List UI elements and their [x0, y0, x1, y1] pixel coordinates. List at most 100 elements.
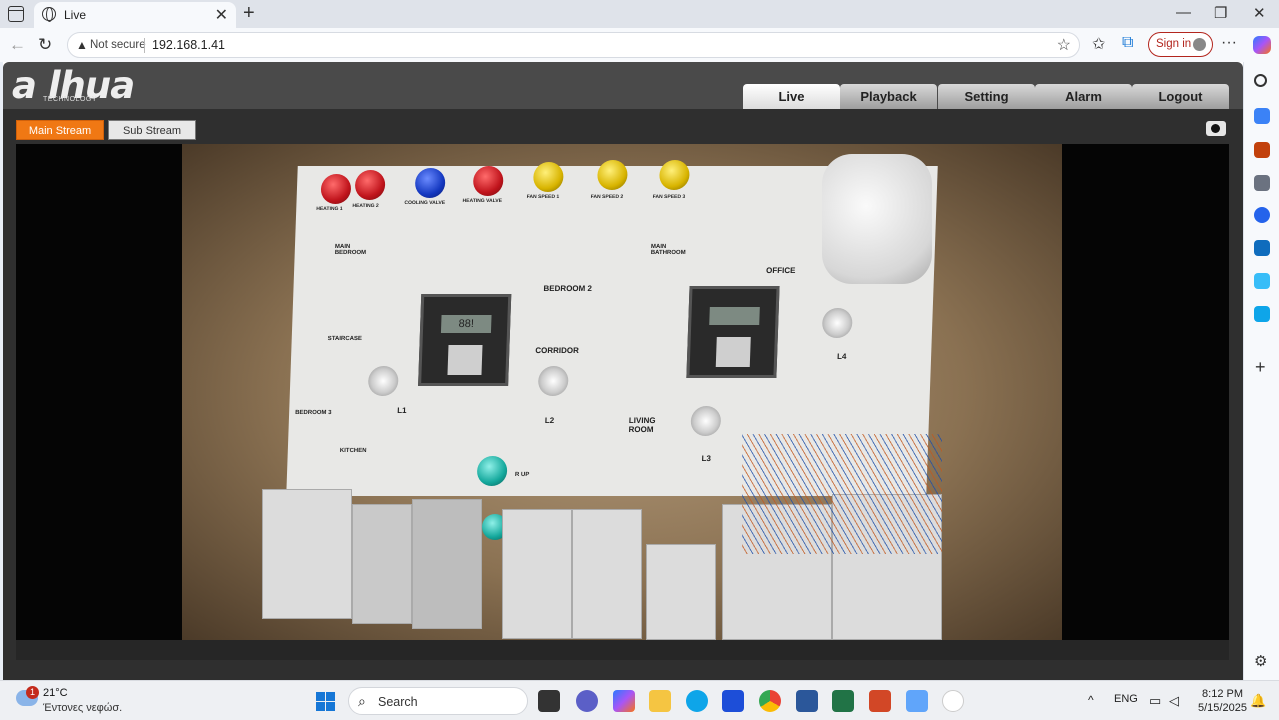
live-view-panel: Main Stream Sub Stream HEATING 1 HEATING… — [3, 109, 1243, 680]
url-text[interactable]: 192.168.1.41 — [152, 38, 225, 52]
tab-title: Live — [64, 8, 87, 22]
divider — [144, 38, 145, 53]
video-status-strip — [16, 640, 1229, 660]
add-icon[interactable]: + — [1255, 357, 1266, 378]
nav-playback[interactable]: Playback — [840, 84, 937, 109]
minimize-button[interactable]: — — [1176, 4, 1191, 21]
games-icon[interactable] — [1254, 175, 1270, 191]
language-indicator[interactable]: ENG — [1114, 693, 1138, 705]
nav-live[interactable]: Live — [743, 84, 840, 109]
warning-icon[interactable]: ▲ — [76, 38, 88, 52]
room-label: LIVING ROOM — [628, 416, 656, 434]
settings-gear-icon[interactable]: ⚙ — [1254, 652, 1267, 670]
switch-button — [715, 337, 751, 367]
weather-badge: 1 — [26, 686, 39, 699]
camera-feed-image: HEATING 1 HEATING 2 COOLING VALVE HEATIN… — [182, 144, 1062, 640]
back-icon[interactable]: ← — [9, 35, 26, 55]
light-bulb-l2 — [537, 366, 569, 396]
weather-description[interactable]: Έντονες νεφώσ. — [43, 702, 122, 714]
browser-tab-strip: Live ✕ + — ❐ ✕ — [0, 0, 1279, 28]
search-label: Search — [378, 695, 418, 709]
file-explorer-icon[interactable] — [649, 690, 671, 712]
shopping-icon[interactable] — [1254, 108, 1270, 124]
light-bulb-l4 — [821, 308, 853, 338]
tools-icon[interactable] — [1254, 142, 1270, 158]
snapshot-icon[interactable] — [1206, 121, 1226, 136]
powerpoint-icon[interactable] — [869, 690, 891, 712]
address-bar[interactable]: ▲ Not secure 192.168.1.41 ☆ — [67, 32, 1080, 58]
copilot-icon[interactable] — [1253, 36, 1271, 54]
volume-icon[interactable]: ◁ — [1169, 693, 1179, 709]
more-menu-icon[interactable]: ··· — [1221, 34, 1237, 52]
knx-switch-panel — [686, 286, 780, 378]
logo-subtitle: TECHNOLOGY — [43, 96, 98, 103]
light-label: L2 — [544, 416, 555, 425]
favorites-icon[interactable]: ✩ — [1092, 34, 1105, 54]
restore-button[interactable]: ❐ — [1214, 4, 1227, 22]
telegram-icon[interactable] — [1254, 306, 1270, 322]
edge-sidebar: + ⚙ — [1243, 62, 1279, 680]
favorite-star-icon[interactable]: ☆ — [1057, 35, 1071, 55]
taskbar-search[interactable]: ⌕ Search — [348, 687, 528, 715]
nav-alarm[interactable]: Alarm — [1035, 84, 1132, 109]
notification-bell-icon[interactable]: 🔔 — [1250, 693, 1266, 709]
search-icon[interactable] — [1254, 74, 1267, 87]
collections-icon[interactable]: ⧉ — [1122, 34, 1133, 52]
word-icon[interactable] — [796, 690, 818, 712]
chrome-icon[interactable] — [759, 690, 781, 712]
new-tab-button[interactable]: + — [243, 2, 255, 25]
teams-icon[interactable] — [576, 690, 598, 712]
lamp-label: FAN SPEED 2 — [590, 194, 624, 200]
lamp-label: HEATING VALVE — [462, 198, 503, 204]
copilot-app-icon[interactable] — [613, 690, 635, 712]
light-label: L3 — [701, 454, 712, 463]
lamp-label: FAN SPEED 3 — [652, 194, 686, 200]
close-tab-icon[interactable]: ✕ — [215, 5, 228, 25]
store-icon[interactable] — [722, 690, 744, 712]
room-label: OFFICE — [765, 266, 796, 275]
sub-stream-button[interactable]: Sub Stream — [108, 120, 196, 140]
sign-in-button[interactable]: Sign in — [1148, 32, 1213, 57]
din-rail-module — [502, 509, 572, 639]
system-clock[interactable]: 8:12 PM 5/15/2025 — [1198, 687, 1247, 715]
avatar-icon — [1193, 38, 1206, 51]
clock-time: 8:12 PM — [1202, 688, 1243, 700]
din-rail-module — [572, 509, 642, 639]
lamp-label: FAN SPEED 1 — [526, 194, 560, 200]
browser-tab-live[interactable]: Live ✕ — [34, 2, 236, 28]
red-lamp — [472, 166, 504, 196]
nav-setting[interactable]: Setting — [938, 84, 1035, 109]
din-rail-module — [646, 544, 716, 640]
globe-icon — [42, 7, 56, 22]
video-player[interactable]: HEATING 1 HEATING 2 COOLING VALVE HEATIN… — [16, 144, 1229, 640]
start-button[interactable] — [316, 692, 335, 711]
sign-in-label: Sign in — [1156, 38, 1192, 50]
nav-logout[interactable]: Logout — [1132, 84, 1229, 109]
tray-chevron-icon[interactable]: ^ — [1088, 693, 1094, 707]
tab-actions-icon[interactable] — [8, 6, 24, 22]
refresh-icon[interactable]: ↻ — [38, 35, 52, 55]
clock-date: 5/15/2025 — [1198, 702, 1247, 714]
network-icon[interactable]: ▭ — [1149, 693, 1161, 709]
task-view-icon[interactable] — [538, 690, 560, 712]
red-lamp — [320, 174, 352, 204]
room-label: STAIRCASE — [327, 336, 363, 342]
yellow-lamp — [596, 160, 628, 190]
weather-temperature[interactable]: 21°C — [43, 687, 68, 699]
close-window-button[interactable]: ✕ — [1253, 4, 1266, 22]
light-bulb-l3 — [690, 406, 722, 436]
search-icon: ⌕ — [358, 693, 366, 709]
security-label[interactable]: Not secure — [90, 39, 146, 51]
photos-icon[interactable] — [906, 690, 928, 712]
room-label: MAIN BATHROOM — [650, 244, 686, 256]
excel-icon[interactable] — [832, 690, 854, 712]
outlook-icon[interactable] — [1254, 240, 1270, 256]
edge-icon[interactable] — [686, 690, 708, 712]
address-bar-row: ← ↻ ▲ Not secure 192.168.1.41 ☆ ✩ ⧉ Sign… — [0, 28, 1279, 62]
yellow-lamp — [658, 160, 690, 190]
media-player-icon[interactable] — [942, 690, 964, 712]
cable-bundle — [742, 434, 942, 554]
main-stream-button[interactable]: Main Stream — [16, 120, 104, 140]
microsoft365-icon[interactable] — [1254, 207, 1270, 223]
designer-icon[interactable] — [1254, 273, 1270, 289]
